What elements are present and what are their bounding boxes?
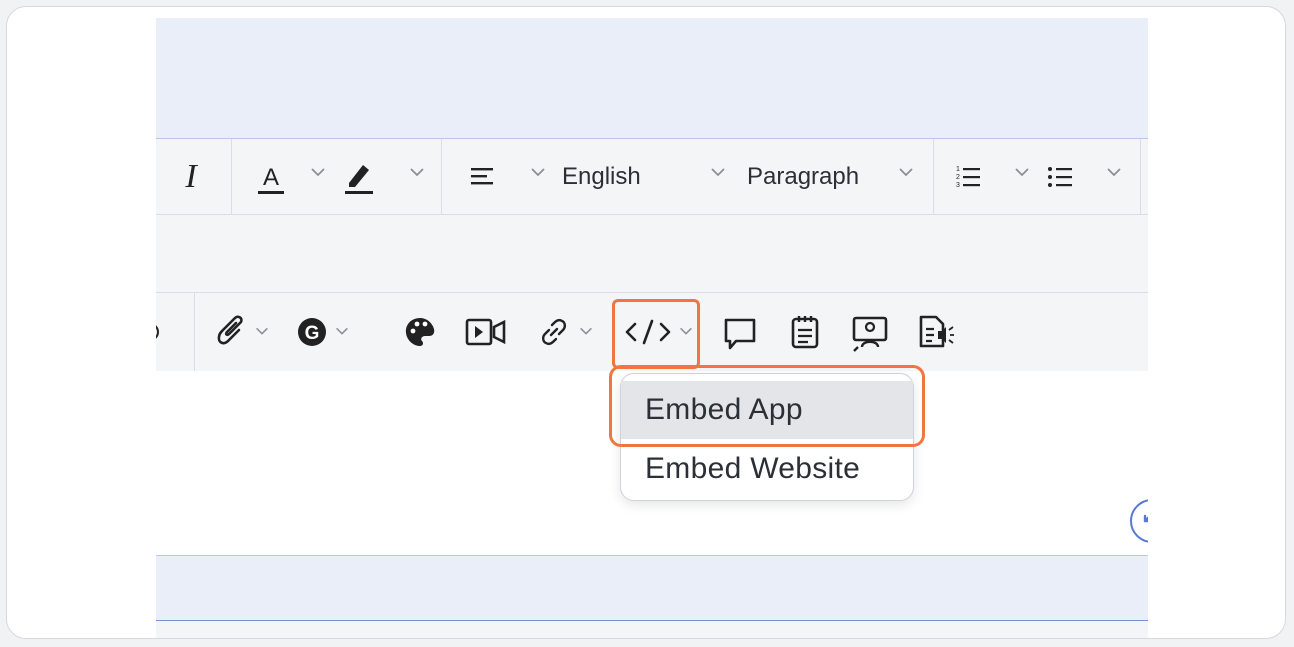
menu-item-embed-website[interactable]: Embed Website [621,440,913,498]
partial-icon[interactable] [156,319,166,345]
chevron-down-icon[interactable] [578,323,594,339]
block-format-select-label[interactable]: Paragraph [747,165,859,189]
chevron-down-icon[interactable] [529,163,547,181]
svg-text:A: A [263,164,279,191]
chevron-down-icon[interactable] [408,163,426,181]
toolbar-separator [933,139,934,215]
chevron-down-icon[interactable] [1105,163,1123,181]
editor-footer-rest [156,621,1148,638]
code-button-highlight [612,299,700,369]
font-color-icon[interactable]: A [254,157,288,199]
chevron-down-icon[interactable] [334,323,350,339]
language-select-label[interactable]: English [562,165,641,189]
svg-text:2: 2 [956,174,960,181]
editor-top-band [156,18,1148,139]
collapse-icon[interactable] [1130,499,1148,543]
chevron-down-icon[interactable] [897,163,915,181]
align-left-icon[interactable] [468,159,498,195]
chevron-down-icon[interactable] [309,163,327,181]
ordered-list-icon[interactable]: 123 [953,159,983,195]
menu-item-label: Embed Website [645,452,861,485]
video-icon[interactable] [464,314,508,350]
toolbar-separator [441,139,442,215]
g-logo-icon[interactable]: G [294,314,330,350]
notepad-icon[interactable] [788,312,822,352]
screenshot-card: I A English Paragraph 1 2 3 G Embed App … [6,6,1286,639]
italic-icon[interactable]: I [176,157,206,197]
editor-footer-band [156,555,1148,622]
editor-viewport: I A English Paragraph 1 2 3 G Embed App … [156,18,1148,638]
toolbar-separator [1140,139,1141,215]
chevron-down-icon[interactable] [709,163,727,181]
svg-text:G: G [305,323,320,344]
toolbar-row-formatting: I A English Paragraph 1 2 3 [156,139,1148,215]
svg-text:1: 1 [956,166,960,173]
svg-text:3: 3 [956,182,960,189]
toolbar-row-spacer [156,215,1148,293]
comment-icon[interactable] [722,314,758,354]
presenter-icon[interactable] [850,313,890,353]
document-audio-icon[interactable] [916,312,956,354]
palette-icon[interactable] [402,314,438,350]
embed-app-highlight [609,365,925,447]
chevron-down-icon[interactable] [1013,163,1031,181]
toolbar-separator [231,139,232,215]
link-icon[interactable] [536,314,572,350]
bullet-list-icon[interactable] [1045,159,1075,195]
chevron-down-icon[interactable] [254,323,270,339]
toolbar-separator [194,293,195,371]
paperclip-icon[interactable] [211,312,251,352]
highlighter-icon[interactable] [341,155,377,199]
